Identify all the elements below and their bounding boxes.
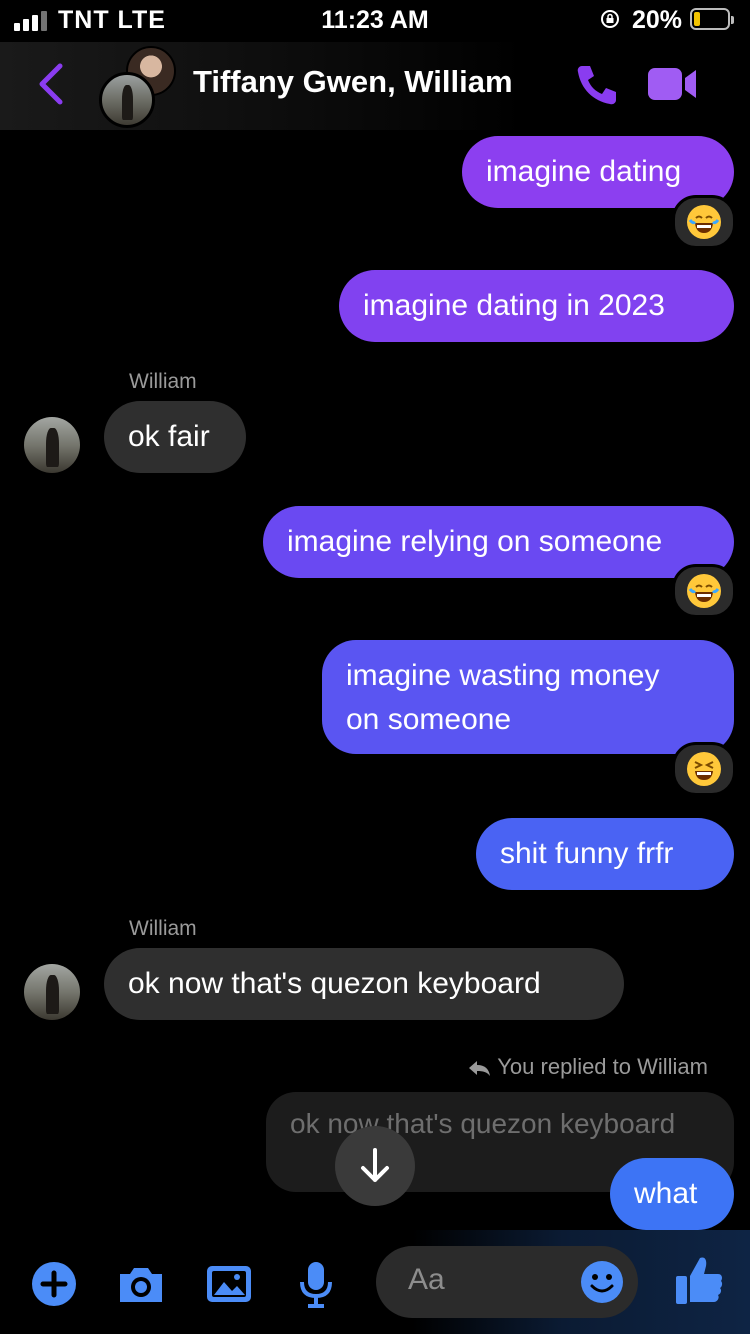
gallery-icon[interactable] [204,1260,254,1308]
reaction-badge[interactable] [672,742,736,796]
reply-indicator-text: You replied to William [497,1054,708,1079]
message-bubble-outgoing[interactable]: shit funny frfr [476,818,734,890]
message-input[interactable]: Aa [376,1246,638,1318]
back-chevron-icon[interactable] [36,62,66,106]
battery-percent: 20% [632,6,683,34]
microphone-icon[interactable] [296,1260,336,1308]
message-bubble-incoming[interactable]: ok fair [104,401,246,473]
reaction-badge[interactable] [672,564,736,618]
emoji-picker-icon[interactable] [580,1260,624,1304]
composer-bar: Aa [0,1230,750,1334]
reply-indicator: You replied to William [467,1054,708,1080]
arrow-down-icon [361,1148,389,1182]
reply-arrow-icon [469,1061,491,1077]
message-bubble-outgoing[interactable]: imagine relying on someone [263,506,734,578]
message-bubble-outgoing[interactable]: what [610,1158,734,1230]
thumbs-up-icon[interactable] [674,1254,724,1306]
message-bubble-outgoing[interactable]: imagine wasting money on someone [322,640,734,754]
video-call-icon[interactable] [646,64,698,104]
avatar-william[interactable] [99,72,155,128]
grinning-squint-emoji-icon [687,752,721,786]
battery-icon [690,8,734,30]
phone-call-icon[interactable] [574,62,620,108]
sender-name: William [129,370,197,393]
avatar-william[interactable] [24,964,80,1020]
reaction-badge[interactable] [672,195,736,249]
chat-header: Tiffany Gwen, William [0,42,750,130]
avatar-william[interactable] [24,417,80,473]
scroll-to-bottom-button[interactable] [335,1126,415,1206]
chat-title[interactable]: Tiffany Gwen, William [193,64,513,100]
battery-level-fill [694,12,700,26]
rotation-lock-icon [601,10,619,28]
camera-icon[interactable] [116,1260,166,1308]
plus-icon[interactable] [30,1260,78,1308]
status-bar: TNT LTE 11:23 AM 20% [0,0,750,42]
sender-name: William [129,917,197,940]
message-bubble-incoming[interactable]: ok now that's quezon keyboard [104,948,624,1020]
laughing-tears-emoji-icon [687,574,721,608]
message-bubble-outgoing[interactable]: imagine dating in 2023 [339,270,734,342]
laughing-tears-emoji-icon [687,205,721,239]
message-input-placeholder: Aa [408,1263,445,1296]
message-line: on someone [346,703,512,736]
message-line: imagine wasting money [346,659,660,692]
